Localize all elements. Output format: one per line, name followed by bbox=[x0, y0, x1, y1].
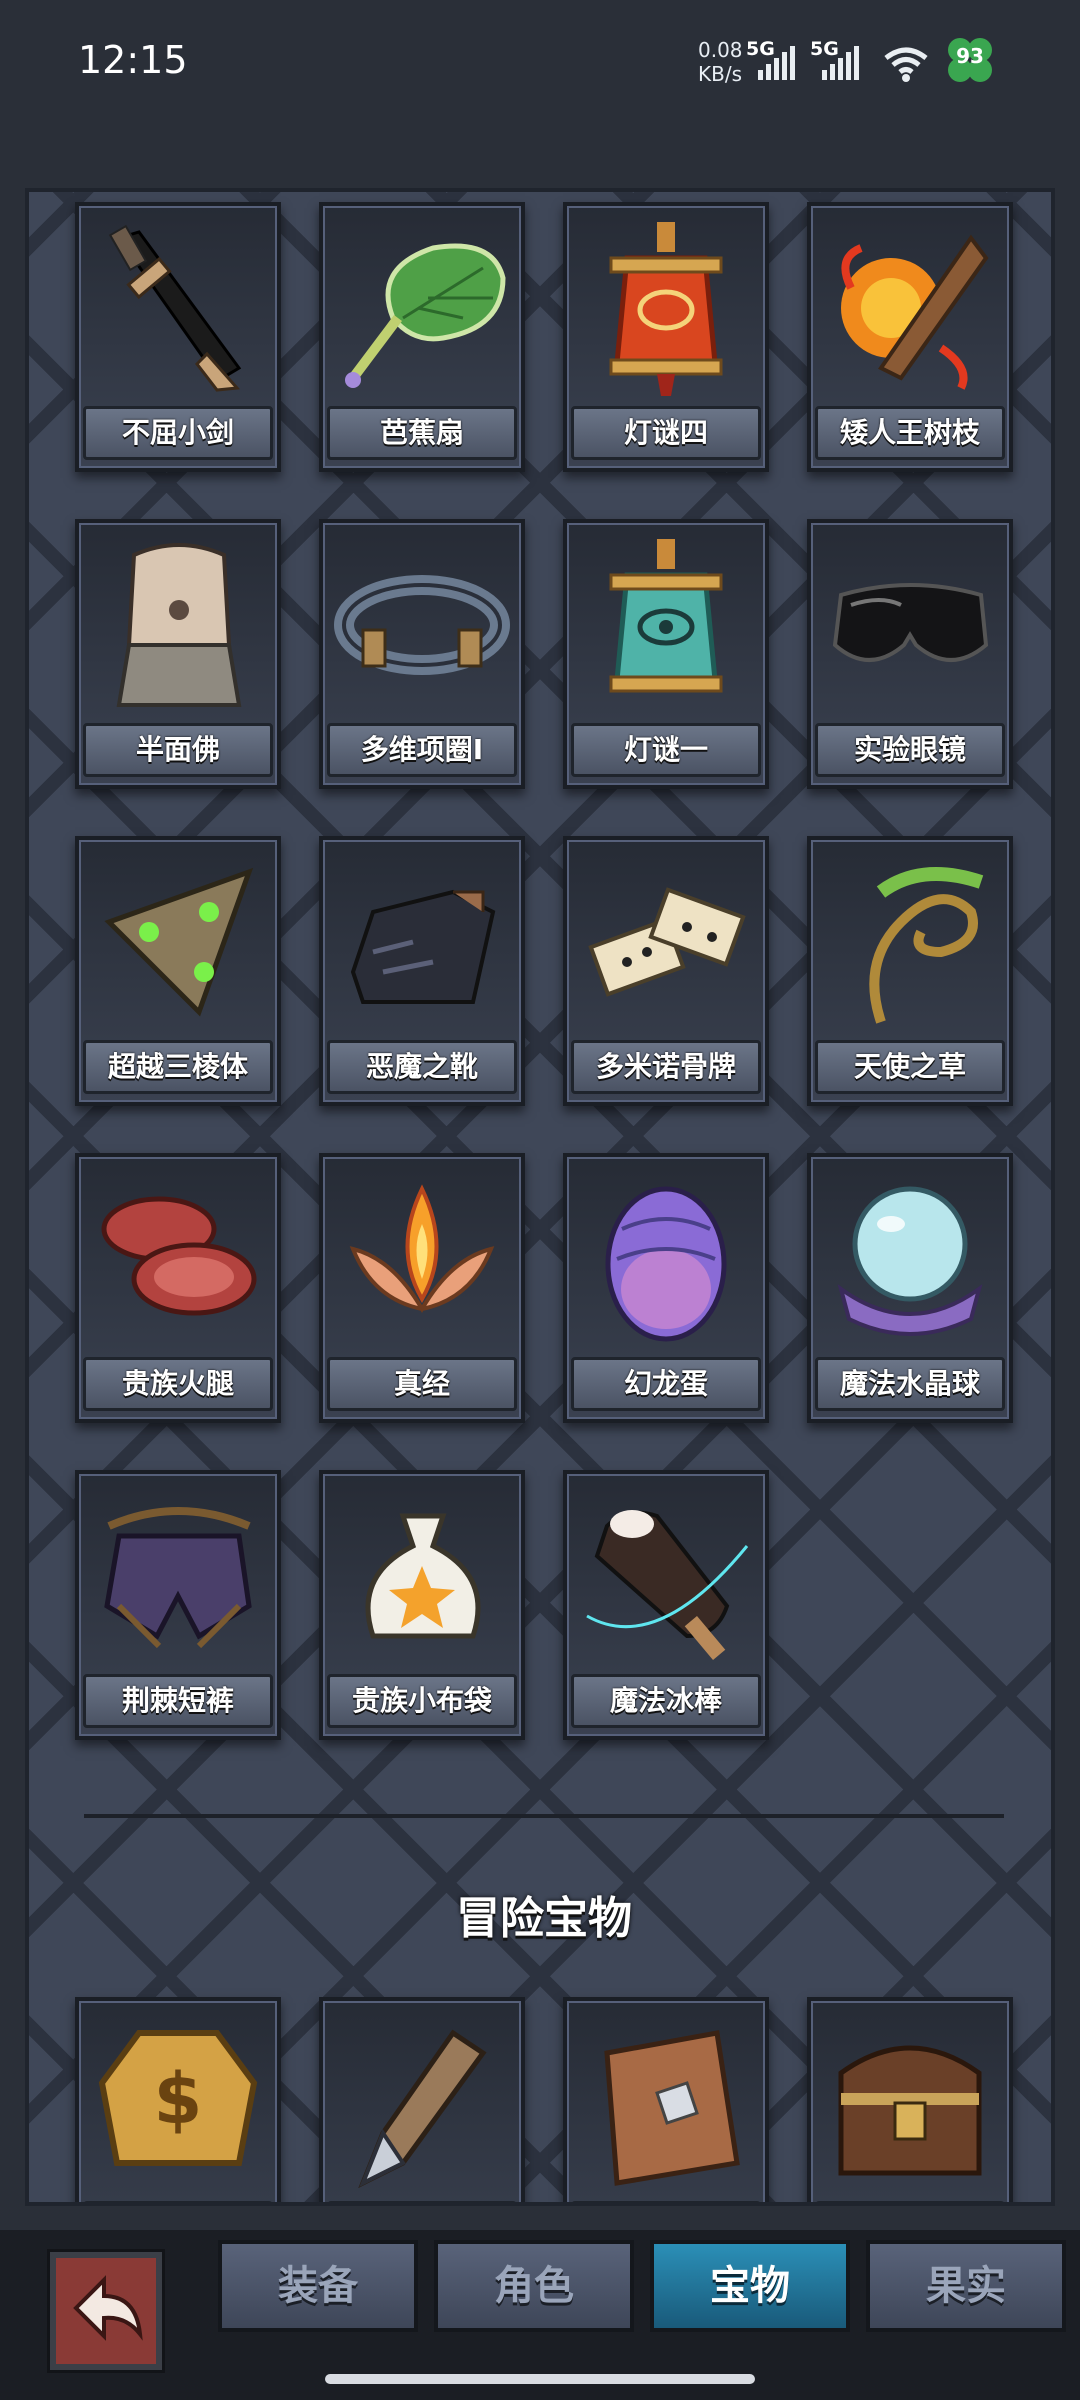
tab-fruits[interactable]: 果实 bbox=[866, 2240, 1066, 2332]
adventure-item-card[interactable] bbox=[807, 1997, 1013, 2202]
gold-coin-icon: $ bbox=[98, 2030, 258, 2166]
back-arrow-icon bbox=[73, 2275, 143, 2341]
dragon-egg-icon bbox=[605, 1186, 727, 1342]
wrapped-knife-icon bbox=[358, 2029, 487, 2189]
treasure-chest-icon bbox=[838, 2045, 982, 2176]
item-card[interactable]: 矮人王树枝 bbox=[807, 202, 1013, 472]
prism-icon bbox=[104, 867, 254, 1017]
battery-clover-icon: 93 bbox=[946, 36, 994, 84]
demon-boot-icon bbox=[350, 889, 496, 1004]
stone-bust-icon bbox=[116, 543, 242, 707]
leaf-fan-icon bbox=[345, 243, 506, 388]
fern-icon bbox=[869, 867, 984, 1024]
dagger-icon bbox=[108, 224, 242, 392]
item-label: 多米诺骨牌 bbox=[571, 1040, 761, 1094]
item-label bbox=[327, 2201, 517, 2202]
ice-pop-icon bbox=[586, 1510, 749, 1660]
domino-icon bbox=[588, 887, 746, 997]
item-label: 恶魔之靴 bbox=[327, 1040, 517, 1094]
clock: 12:15 bbox=[78, 38, 188, 82]
item-card[interactable]: 灯谜一 bbox=[563, 519, 769, 789]
item-card[interactable]: 灯谜四 bbox=[563, 202, 769, 472]
item-label: 芭蕉扇 bbox=[327, 406, 517, 460]
item-label: 贵族小布袋 bbox=[327, 1674, 517, 1728]
item-label: 矮人王树枝 bbox=[815, 406, 1005, 460]
item-card[interactable]: 魔法水晶球 bbox=[807, 1153, 1013, 1423]
item-label: 多维项圈I bbox=[327, 723, 517, 777]
section-divider bbox=[84, 1814, 1004, 1818]
red-lantern-icon bbox=[609, 222, 723, 396]
home-indicator[interactable] bbox=[325, 2374, 755, 2384]
item-card[interactable]: 天使之草 bbox=[807, 836, 1013, 1106]
ham-icon bbox=[101, 1196, 257, 1316]
item-card[interactable]: 实验眼镜 bbox=[807, 519, 1013, 789]
item-card[interactable]: 芭蕉扇 bbox=[319, 202, 525, 472]
goggles-icon bbox=[832, 583, 989, 662]
bottom-navigation: 装备 角色 宝物 果实 bbox=[0, 2230, 1080, 2400]
item-card[interactable]: 多米诺骨牌 bbox=[563, 836, 769, 1106]
item-card[interactable]: 半面佛 bbox=[75, 519, 281, 789]
section-title: 冒险宝物 bbox=[456, 1893, 632, 1944]
item-label bbox=[83, 2201, 273, 2202]
item-label: 超越三棱体 bbox=[83, 1040, 273, 1094]
item-card[interactable]: 多维项圈I bbox=[319, 519, 525, 789]
item-label: 荆棘短裤 bbox=[83, 1674, 273, 1728]
teal-lantern-icon bbox=[609, 539, 723, 693]
item-card[interactable]: 恶魔之靴 bbox=[319, 836, 525, 1106]
adventure-item-card[interactable] bbox=[563, 1997, 769, 2202]
item-label: 灯谜一 bbox=[571, 723, 761, 777]
lotus-flame-icon bbox=[349, 1184, 495, 1313]
item-card[interactable]: 超越三棱体 bbox=[75, 836, 281, 1106]
item-label: 幻龙蛋 bbox=[571, 1357, 761, 1411]
signal-bars-icon bbox=[758, 46, 798, 80]
net-speed-value: 0.08 bbox=[698, 38, 743, 62]
battery-level: 93 bbox=[956, 44, 984, 68]
status-bar: 12:15 0.08 KB/s 5G 5G 93 bbox=[0, 0, 1080, 130]
item-card[interactable]: 魔法冰棒 bbox=[563, 1470, 769, 1740]
treasure-panel: 不屈小剑 芭蕉扇 灯谜四 矮人王树枝 半面佛 多维项圈I 灯谜一 实验眼镜 超越… bbox=[25, 188, 1055, 2206]
net-speed-unit: KB/s bbox=[698, 62, 742, 86]
adventure-item-card[interactable] bbox=[319, 1997, 525, 2202]
item-label: 天使之草 bbox=[815, 1040, 1005, 1094]
item-label: 半面佛 bbox=[83, 723, 273, 777]
item-label: 灯谜四 bbox=[571, 406, 761, 460]
item-card[interactable]: 幻龙蛋 bbox=[563, 1153, 769, 1423]
adventure-item-card[interactable]: $ bbox=[75, 1997, 281, 2202]
collar-icon bbox=[334, 575, 510, 675]
item-card[interactable]: 荆棘短裤 bbox=[75, 1470, 281, 1740]
item-label: 贵族火腿 bbox=[83, 1357, 273, 1411]
wifi-icon bbox=[882, 44, 930, 88]
network-speed: 0.08 KB/s bbox=[698, 38, 743, 86]
wood-plank-icon bbox=[604, 2030, 740, 2186]
back-button[interactable] bbox=[50, 2252, 162, 2370]
burning-branch-icon bbox=[841, 234, 989, 390]
thorn-shorts-icon bbox=[104, 1507, 252, 1649]
item-card[interactable]: 真经 bbox=[319, 1153, 525, 1423]
svg-text:$: $ bbox=[154, 2058, 203, 2140]
item-label bbox=[815, 2201, 1005, 2202]
item-label: 真经 bbox=[327, 1357, 517, 1411]
tab-treasures[interactable]: 宝物 bbox=[650, 2240, 850, 2332]
tab-characters[interactable]: 角色 bbox=[434, 2240, 634, 2332]
crystal-ball-icon bbox=[837, 1186, 983, 1336]
item-label bbox=[571, 2201, 761, 2202]
item-card[interactable]: 不屈小剑 bbox=[75, 202, 281, 472]
item-card[interactable]: 贵族小布袋 bbox=[319, 1470, 525, 1740]
cloth-bag-icon bbox=[365, 1513, 481, 1639]
item-label: 魔法水晶球 bbox=[815, 1357, 1005, 1411]
item-card[interactable]: 贵族火腿 bbox=[75, 1153, 281, 1423]
item-label: 实验眼镜 bbox=[815, 723, 1005, 777]
signal-bars-icon bbox=[822, 46, 862, 80]
tab-equipment[interactable]: 装备 bbox=[218, 2240, 418, 2332]
item-label: 不屈小剑 bbox=[83, 406, 273, 460]
item-label: 魔法冰棒 bbox=[571, 1674, 761, 1728]
